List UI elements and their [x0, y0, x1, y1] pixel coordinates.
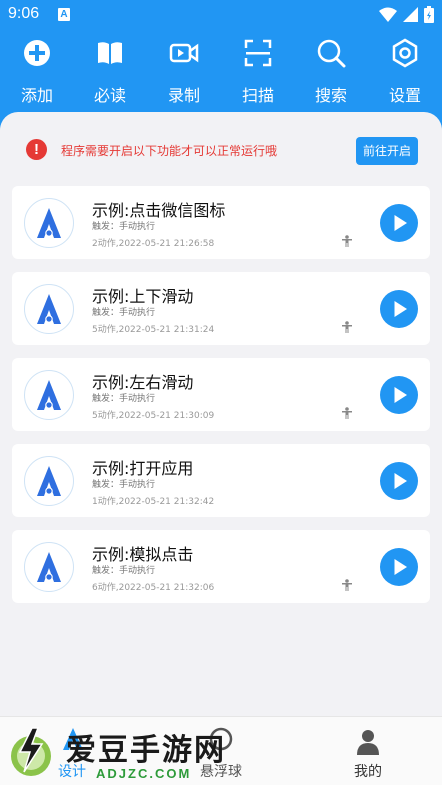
script-logo	[24, 542, 74, 592]
toolbar-add-label: 添加	[20, 86, 53, 105]
script-trigger: 触发：手动执行	[92, 566, 156, 576]
script-meta: 5动作,2022-05-21 21:31:24	[92, 325, 215, 335]
script-title: 示例:点击微信图标	[92, 201, 226, 220]
watermark-logo-icon	[11, 727, 51, 776]
script-logo	[24, 370, 74, 420]
toolbar-search-label: 搜索	[314, 86, 347, 105]
plus-circle-icon	[24, 40, 50, 66]
play-icon	[394, 559, 407, 575]
scan-icon	[244, 39, 272, 67]
signal-icon	[403, 7, 418, 22]
script-title: 示例:上下滑动	[92, 287, 194, 306]
script-title: 示例:模拟点击	[92, 545, 194, 564]
play-icon	[394, 387, 407, 403]
script-logo	[24, 284, 74, 334]
status-bar: 9:06 A	[0, 0, 442, 30]
script-card[interactable]: 示例:左右滑动触发：手动执行 5动作,2022-05-21 21:30:09	[12, 358, 430, 431]
play-icon	[394, 215, 407, 231]
play-button[interactable]	[380, 204, 418, 242]
accessibility-person-icon	[342, 579, 352, 591]
app-logo-icon	[37, 552, 61, 582]
script-title: 示例:打开应用	[92, 459, 194, 478]
script-trigger: 触发：手动执行	[92, 308, 156, 318]
script-meta: 2动作,2022-05-21 21:26:58	[92, 239, 215, 249]
top-toolbar: 添加 必读 录制 扫描 搜索 设置	[0, 30, 442, 112]
play-button[interactable]	[380, 376, 418, 414]
warning-icon: !	[26, 139, 47, 160]
script-logo	[24, 456, 74, 506]
accessibility-person-icon	[342, 407, 352, 419]
app-logo-icon	[37, 208, 61, 238]
status-time: 9:06	[8, 5, 40, 22]
script-card[interactable]: 示例:点击微信图标触发：手动执行 2动作,2022-05-21 21:26:58	[12, 186, 430, 259]
enable-permissions-button[interactable]: 前往开启	[356, 137, 418, 165]
video-camera-icon	[169, 43, 199, 63]
permission-warning: ! 程序需要开启以下功能才可以正常运行哦 前往开启	[26, 137, 418, 165]
watermark-title: 爱豆手游网	[66, 733, 226, 768]
notification-app-icon: A	[58, 8, 70, 21]
watermark-url: ADJZC.COM	[96, 766, 192, 781]
status-indicators	[379, 6, 434, 23]
script-card[interactable]: 示例:模拟点击触发：手动执行 6动作,2022-05-21 21:32:06	[12, 530, 430, 603]
book-icon	[98, 42, 122, 64]
script-card[interactable]: 示例:上下滑动触发：手动执行 5动作,2022-05-21 21:31:24	[12, 272, 430, 345]
toolbar-settings[interactable]: 设置	[373, 36, 437, 106]
script-trigger: 触发：手动执行	[92, 222, 156, 232]
toolbar-settings-label: 设置	[388, 86, 421, 105]
toolbar-search[interactable]: 搜索	[299, 36, 363, 106]
script-logo	[24, 198, 74, 248]
watermark: 爱豆手游网 ADJZC.COM	[8, 722, 248, 784]
script-meta: 6动作,2022-05-21 21:32:06	[92, 583, 215, 593]
script-card[interactable]: 示例:打开应用触发：手动执行 1动作,2022-05-21 21:32:42	[12, 444, 430, 517]
toolbar-record-label: 录制	[167, 86, 200, 105]
toolbar-must-read-label: 必读	[93, 86, 126, 105]
app-logo-icon	[37, 294, 61, 324]
play-button[interactable]	[380, 548, 418, 586]
toolbar-scan[interactable]: 扫描	[226, 36, 290, 106]
battery-icon	[424, 6, 434, 23]
nav-mine-label: 我的	[354, 764, 382, 780]
script-title: 示例:左右滑动	[92, 373, 194, 392]
person-icon	[357, 730, 379, 755]
play-icon	[394, 301, 407, 317]
play-icon	[394, 473, 407, 489]
script-trigger: 触发：手动执行	[92, 480, 156, 490]
toolbar-record[interactable]: 录制	[152, 36, 216, 106]
play-button[interactable]	[380, 290, 418, 328]
script-meta: 1动作,2022-05-21 21:32:42	[92, 497, 215, 507]
script-meta: 5动作,2022-05-21 21:30:09	[92, 411, 215, 421]
nav-mine[interactable]: 我的	[318, 717, 418, 785]
toolbar-must-read[interactable]: 必读	[78, 36, 142, 106]
search-icon	[317, 39, 346, 68]
app-logo-icon	[37, 466, 61, 496]
wifi-icon	[379, 7, 397, 22]
settings-hexagon-icon	[392, 38, 418, 68]
play-button[interactable]	[380, 462, 418, 500]
accessibility-person-icon	[342, 321, 352, 333]
accessibility-person-icon	[342, 235, 352, 247]
toolbar-add[interactable]: 添加	[5, 36, 69, 106]
toolbar-scan-label: 扫描	[241, 86, 274, 105]
warning-text: 程序需要开启以下功能才可以正常运行哦	[61, 144, 278, 158]
script-trigger: 触发：手动执行	[92, 394, 156, 404]
app-logo-icon	[37, 380, 61, 410]
